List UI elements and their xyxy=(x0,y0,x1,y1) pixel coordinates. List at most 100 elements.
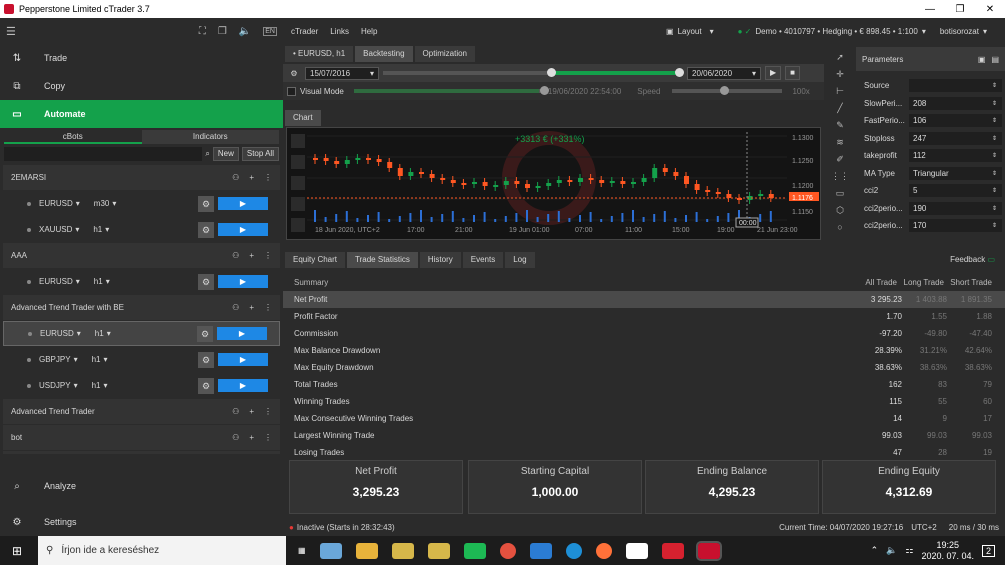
instance-timeframe[interactable]: h1 xyxy=(92,355,101,364)
zoom-in-icon[interactable] xyxy=(291,134,305,148)
parameter-input[interactable]: 170 xyxy=(909,219,1002,233)
marker-icon[interactable]: ✐ xyxy=(836,154,844,165)
nav-automate[interactable]: ▭ Automate xyxy=(0,100,283,128)
chevron-up-icon[interactable]: ⌃ xyxy=(871,545,879,556)
cbot-group[interactable]: AAA ⚇ + ⋮ xyxy=(3,243,280,268)
crosshair-icon[interactable]: ✛ xyxy=(836,69,844,80)
firefox-icon[interactable] xyxy=(595,542,612,559)
gear-icon[interactable]: ⚙ xyxy=(198,221,214,238)
edge-icon[interactable] xyxy=(565,542,582,559)
hamburger-menu-icon[interactable]: ☰ xyxy=(6,25,16,38)
app-icon[interactable] xyxy=(427,542,450,559)
app-icon[interactable] xyxy=(391,542,414,559)
users-icon[interactable]: ⚇ xyxy=(232,251,239,260)
windows-start-icon[interactable]: ⊞ xyxy=(12,544,22,558)
parameter-input[interactable]: 208 xyxy=(909,96,1002,110)
nav-settings[interactable]: ⚙ Settings xyxy=(0,508,283,536)
folder-icon[interactable] xyxy=(355,542,378,559)
tab-indicators[interactable]: Indicators xyxy=(141,130,279,144)
visual-slider[interactable] xyxy=(353,86,549,95)
period-slider[interactable] xyxy=(383,68,684,77)
fullscreen-icon[interactable]: ⛶ xyxy=(199,26,206,37)
feedback-button[interactable]: Feedback ▭ xyxy=(950,252,995,268)
network-icon[interactable]: ⚏ xyxy=(905,545,913,556)
tab-log[interactable]: Log xyxy=(505,252,535,268)
tab-events[interactable]: Events xyxy=(462,252,504,268)
menu-help[interactable]: Help xyxy=(361,27,377,36)
stats-row[interactable]: Max Equity Drawdown 38.63% 38.63% 38.63% xyxy=(283,359,1005,376)
timezone[interactable]: UTC+2 xyxy=(911,523,937,532)
minimize-icon[interactable]: — xyxy=(915,4,945,15)
visual-mode-checkbox[interactable] xyxy=(287,86,296,96)
circle-icon[interactable]: ○ xyxy=(837,222,842,232)
cursor-icon[interactable]: ➚ xyxy=(836,52,844,63)
app-icon[interactable] xyxy=(463,542,486,559)
cbot-instance[interactable]: USDJPY ▾ h1 ▾ ⚙ ▶ xyxy=(3,373,280,398)
settings-icon[interactable]: ⚙ xyxy=(287,69,301,78)
stats-row[interactable]: Largest Winning Trade 99.03 99.03 99.03 xyxy=(283,427,1005,444)
add-icon[interactable]: + xyxy=(249,407,254,416)
stats-row[interactable]: Commission -97.20 -49.80 -47.40 xyxy=(283,325,1005,342)
new-button[interactable]: New xyxy=(212,147,239,161)
bot-icon[interactable] xyxy=(291,218,305,232)
parameter-input[interactable]: Triangular xyxy=(909,166,1002,180)
parameter-input[interactable]: 247 xyxy=(909,131,1002,145)
more-icon[interactable]: ⋮ xyxy=(264,173,272,182)
stepper-icon[interactable]: ⇕ xyxy=(992,152,997,159)
app-icon[interactable] xyxy=(529,542,552,559)
stats-row[interactable]: Net Profit 3 295.23 1 403.88 1 891.35 xyxy=(283,291,1005,308)
zoom-out-icon[interactable] xyxy=(291,155,305,169)
stepper-icon[interactable]: ⇕ xyxy=(992,82,997,89)
more-icon[interactable]: ⋮ xyxy=(264,407,272,416)
cbot-group[interactable]: bot ⚇ + ⋮ xyxy=(3,425,280,450)
stats-row[interactable]: Max Balance Drawdown 28.39% 31.21% 42.64% xyxy=(283,342,1005,359)
add-icon[interactable]: + xyxy=(249,251,254,260)
cbot-instance[interactable]: XAUUSD ▾ h1 ▾ ⚙ ▶ xyxy=(3,217,280,242)
stop-all-button[interactable]: Stop All xyxy=(241,147,279,161)
cbot-group[interactable]: Advanced Trend Trader with BE ⚇ + ⋮ xyxy=(3,295,280,320)
close-icon[interactable]: ✕ xyxy=(975,4,1005,15)
users-icon[interactable]: ⚇ xyxy=(232,433,239,442)
stepper-icon[interactable]: ⇕ xyxy=(992,117,997,124)
start-date-picker[interactable]: 15/07/2016 ▾ xyxy=(305,66,379,80)
users-icon[interactable]: ⚇ xyxy=(232,173,239,182)
tab-backtesting[interactable]: Backtesting xyxy=(355,46,413,62)
stats-row[interactable]: Max Consecutive Winning Trades 14 9 17 xyxy=(283,410,1005,427)
users-icon[interactable]: ⚇ xyxy=(232,407,239,416)
cbot-group[interactable]: Advanced Trend Trader ⚇ + ⋮ xyxy=(3,399,280,424)
nav-copy[interactable]: ⧉ Copy xyxy=(0,72,283,100)
chrome-icon[interactable] xyxy=(499,542,516,559)
nav-trade[interactable]: ⇅ Trade xyxy=(0,44,283,72)
stats-row[interactable]: Profit Factor 1.70 1.55 1.88 xyxy=(283,308,1005,325)
detach-icon[interactable]: ❐ xyxy=(218,26,227,37)
tab-history[interactable]: History xyxy=(419,252,461,268)
volume-icon[interactable]: 🔈 xyxy=(886,545,897,556)
load-icon[interactable]: ▤ xyxy=(991,55,999,64)
cbot-group[interactable]: BOTCO Trailng try⚇+⋮ xyxy=(3,451,280,454)
instance-timeframe[interactable]: h1 xyxy=(93,225,102,234)
play-button[interactable]: ▶ xyxy=(218,275,268,288)
cbot-instance[interactable]: EURUSD ▾ h1 ▾ ⚙ ▶ xyxy=(3,269,280,294)
end-date-picker[interactable]: 20/06/2020 ▾ xyxy=(687,66,761,80)
play-button[interactable]: ▶ xyxy=(218,197,268,210)
search-icon[interactable]: ⌕ xyxy=(205,149,209,159)
maximize-icon[interactable]: ❐ xyxy=(945,4,975,15)
ctrader-taskbar-icon[interactable] xyxy=(695,540,722,561)
store-icon[interactable] xyxy=(625,542,648,559)
language-icon[interactable]: EN xyxy=(263,26,277,36)
layout-dropdown[interactable]: Layout xyxy=(678,27,702,36)
indicator-icon[interactable] xyxy=(291,176,305,190)
stepper-icon[interactable]: ⇕ xyxy=(992,205,997,212)
gear-icon[interactable]: ⚙ xyxy=(198,351,214,368)
stepper-icon[interactable]: ⇕ xyxy=(992,222,997,229)
sound-icon[interactable]: 🔈 xyxy=(239,26,251,37)
menu-ctrader[interactable]: cTrader xyxy=(291,27,318,36)
app-icon[interactable] xyxy=(661,542,684,559)
slider-end-handle[interactable] xyxy=(675,68,684,77)
app-icon[interactable] xyxy=(319,542,342,559)
grid-icon[interactable]: ⋮⋮ xyxy=(831,171,849,182)
play-button[interactable]: ▶ xyxy=(217,327,267,340)
play-button[interactable]: ▶ xyxy=(218,223,268,236)
notification-icon[interactable]: 2 xyxy=(981,544,995,557)
add-icon[interactable]: + xyxy=(249,173,254,182)
